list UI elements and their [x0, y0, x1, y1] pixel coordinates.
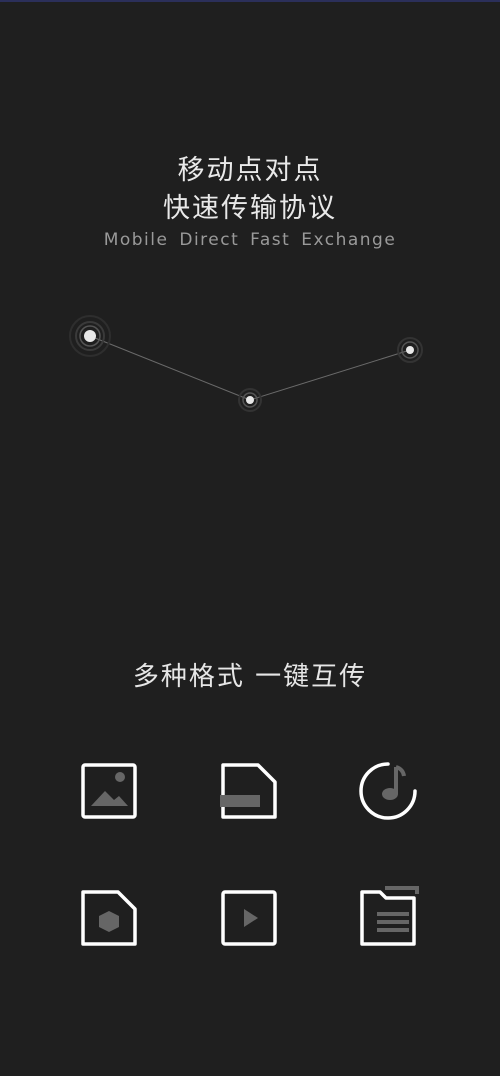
peer-node-center	[238, 388, 262, 412]
peer-network-illustration	[69, 315, 423, 412]
folder-list-icon	[353, 883, 423, 953]
music-icon	[353, 756, 423, 826]
image-file-icon	[74, 756, 144, 826]
connection-line-left	[89, 335, 251, 401]
video-play-icon	[214, 883, 284, 953]
hero-subtitle: Mobile Direct Fast Exchange	[103, 230, 397, 250]
peer-node-left	[69, 315, 111, 357]
connection-line-right	[249, 349, 411, 401]
package-file-icon	[74, 883, 144, 953]
peer-node-right	[397, 337, 423, 363]
top-accent-line	[0, 0, 500, 2]
hero-title-line-1: 移动点对点	[177, 155, 323, 186]
hero-title-line-2: 快速传输协议	[163, 193, 337, 224]
hero-title: 移动点对点 快速传输协议	[0, 152, 500, 228]
document-file-icon	[214, 756, 284, 826]
formats-title: 多种格式 一键互传	[132, 662, 368, 692]
